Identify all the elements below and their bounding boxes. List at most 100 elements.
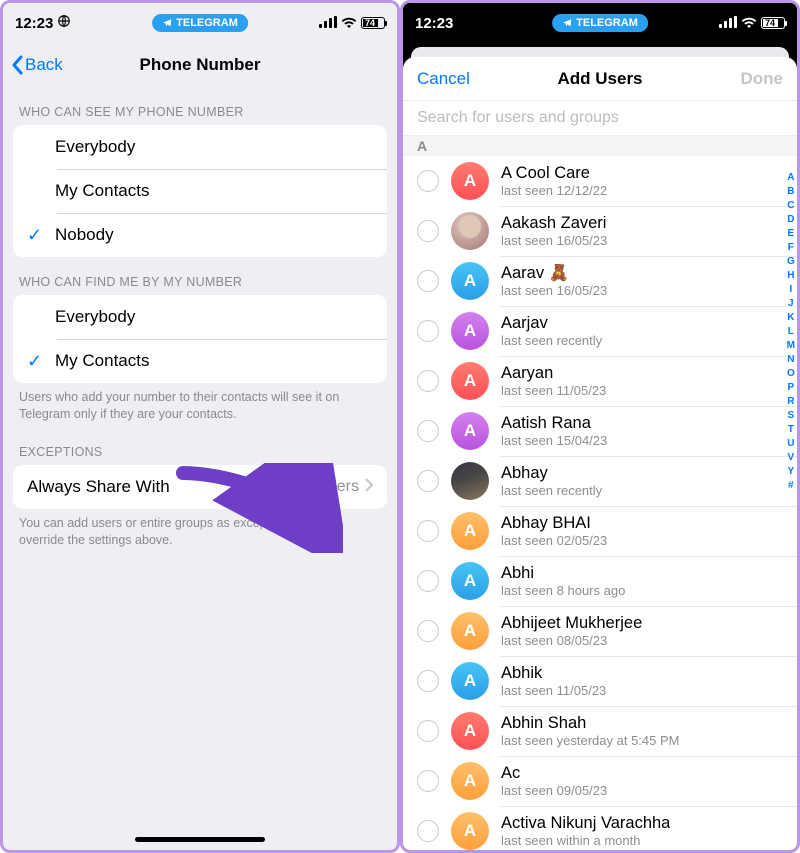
radio-unchecked[interactable] [417, 520, 439, 542]
back-button[interactable]: Back [11, 55, 63, 75]
contact-status: last seen 02/05/23 [501, 533, 607, 548]
contact-row[interactable]: AAbhijeet Mukherjeelast seen 08/05/23 [403, 606, 797, 656]
index-letter[interactable]: V [787, 451, 794, 465]
row-label: Always Share With [27, 477, 284, 497]
index-letter[interactable]: O [787, 367, 795, 381]
contact-status: last seen recently [501, 483, 602, 498]
privacy-option[interactable]: ✓Nobody [13, 213, 387, 257]
contact-row[interactable]: AAarav 🧸last seen 16/05/23 [403, 256, 797, 306]
telegram-pill[interactable]: TELEGRAM [152, 14, 248, 32]
radio-unchecked[interactable] [417, 320, 439, 342]
search-input[interactable]: Search for users and groups [403, 101, 797, 136]
index-letter[interactable]: N [787, 353, 794, 367]
privacy-option[interactable]: My Contacts [13, 169, 387, 213]
contact-status: last seen 15/04/23 [501, 433, 607, 448]
contact-status: last seen recently [501, 333, 602, 348]
az-index[interactable]: ABCDEFGHIJKLMNOPRSTUVY# [787, 171, 795, 493]
status-time: 12:23 [415, 15, 453, 32]
contact-status: last seen 11/05/23 [501, 383, 606, 398]
avatar: A [451, 262, 489, 300]
always-share-row[interactable]: Always Share With Add Users [13, 465, 387, 509]
avatar: A [451, 612, 489, 650]
wifi-icon [341, 15, 357, 32]
contact-row[interactable]: AA Cool Carelast seen 12/12/22 [403, 156, 797, 206]
index-letter[interactable]: T [788, 423, 794, 437]
index-letter[interactable]: P [787, 381, 794, 395]
index-letter[interactable]: F [788, 241, 794, 255]
contact-row[interactable]: AAarjavlast seen recently [403, 306, 797, 356]
index-letter[interactable]: C [787, 199, 794, 213]
contact-row[interactable]: AAbhiklast seen 11/05/23 [403, 656, 797, 706]
contact-row[interactable]: AAbhilast seen 8 hours ago [403, 556, 797, 606]
avatar: A [451, 812, 489, 850]
contact-row[interactable]: A Abhay BHAIlast seen 02/05/23 [403, 506, 797, 556]
avatar: A [451, 412, 489, 450]
location-icon [57, 14, 71, 32]
radio-unchecked[interactable] [417, 720, 439, 742]
avatar: A [451, 312, 489, 350]
index-letter[interactable]: R [787, 395, 794, 409]
index-letter[interactable]: E [787, 227, 794, 241]
contact-row[interactable]: Aakash Zaverilast seen 16/05/23 [403, 206, 797, 256]
contact-row[interactable]: AAbhin Shahlast seen yesterday at 5:45 P… [403, 706, 797, 756]
status-time: 12:23 [15, 15, 53, 32]
index-letter[interactable]: I [789, 283, 792, 297]
signal-icon [719, 15, 737, 32]
index-letter[interactable]: B [787, 185, 794, 199]
radio-unchecked[interactable] [417, 570, 439, 592]
index-letter[interactable]: M [787, 339, 795, 353]
index-letter[interactable]: U [787, 437, 794, 451]
contact-name: Abhay BHAI [501, 514, 607, 533]
nav-bar: Back Phone Number [3, 43, 397, 87]
avatar [451, 212, 489, 250]
cancel-button[interactable]: Cancel [417, 69, 470, 89]
contact-name: Aatish Rana [501, 414, 607, 433]
avatar: A [451, 562, 489, 600]
contact-name: Ac [501, 764, 607, 783]
find-option[interactable]: ✓My Contacts [13, 339, 387, 383]
radio-unchecked[interactable] [417, 670, 439, 692]
contact-name: Abhay [501, 464, 602, 483]
radio-unchecked[interactable] [417, 270, 439, 292]
radio-unchecked[interactable] [417, 620, 439, 642]
done-button[interactable]: Done [741, 69, 784, 89]
contact-row[interactable]: AAaryanlast seen 11/05/23 [403, 356, 797, 406]
radio-unchecked[interactable] [417, 370, 439, 392]
contact-row[interactable]: AActiva Nikunj Varachhalast seen within … [403, 806, 797, 850]
section-footer-find: Users who add your number to their conta… [3, 383, 397, 427]
index-letter[interactable]: K [787, 311, 794, 325]
index-letter[interactable]: A [787, 171, 794, 185]
radio-unchecked[interactable] [417, 470, 439, 492]
index-letter[interactable]: J [788, 297, 794, 311]
index-letter[interactable]: Y [787, 465, 794, 479]
radio-unchecked[interactable] [417, 170, 439, 192]
contact-status: last seen within a month [501, 833, 670, 848]
contact-row[interactable]: Abhaylast seen recently [403, 456, 797, 506]
contact-row[interactable]: A Aatish Ranalast seen 15/04/23 [403, 406, 797, 456]
privacy-option[interactable]: Everybody [13, 125, 387, 169]
contact-row[interactable]: AAclast seen 09/05/23 [403, 756, 797, 806]
option-label: My Contacts [55, 181, 373, 201]
add-users-sheet: Cancel Add Users Done Search for users a… [403, 57, 797, 850]
option-label: Everybody [55, 137, 373, 157]
find-option[interactable]: Everybody [13, 295, 387, 339]
index-letter[interactable]: L [788, 325, 794, 339]
radio-unchecked[interactable] [417, 420, 439, 442]
index-letter[interactable]: S [787, 409, 794, 423]
home-indicator[interactable] [135, 837, 265, 842]
avatar: A [451, 762, 489, 800]
status-bar: 12:23 TELEGRAM 74 [403, 3, 797, 43]
contact-status: last seen 08/05/23 [501, 633, 642, 648]
index-letter[interactable]: # [788, 479, 794, 493]
index-letter[interactable]: G [787, 255, 795, 269]
telegram-pill[interactable]: TELEGRAM [552, 14, 648, 32]
radio-unchecked[interactable] [417, 220, 439, 242]
radio-unchecked[interactable] [417, 820, 439, 842]
contacts-list[interactable]: AA Cool Carelast seen 12/12/22Aakash Zav… [403, 156, 797, 850]
index-letter[interactable]: D [787, 213, 794, 227]
avatar: A [451, 512, 489, 550]
battery-icon: 74 [761, 17, 785, 29]
battery-icon: 74 [361, 17, 385, 29]
radio-unchecked[interactable] [417, 770, 439, 792]
index-letter[interactable]: H [787, 269, 794, 283]
